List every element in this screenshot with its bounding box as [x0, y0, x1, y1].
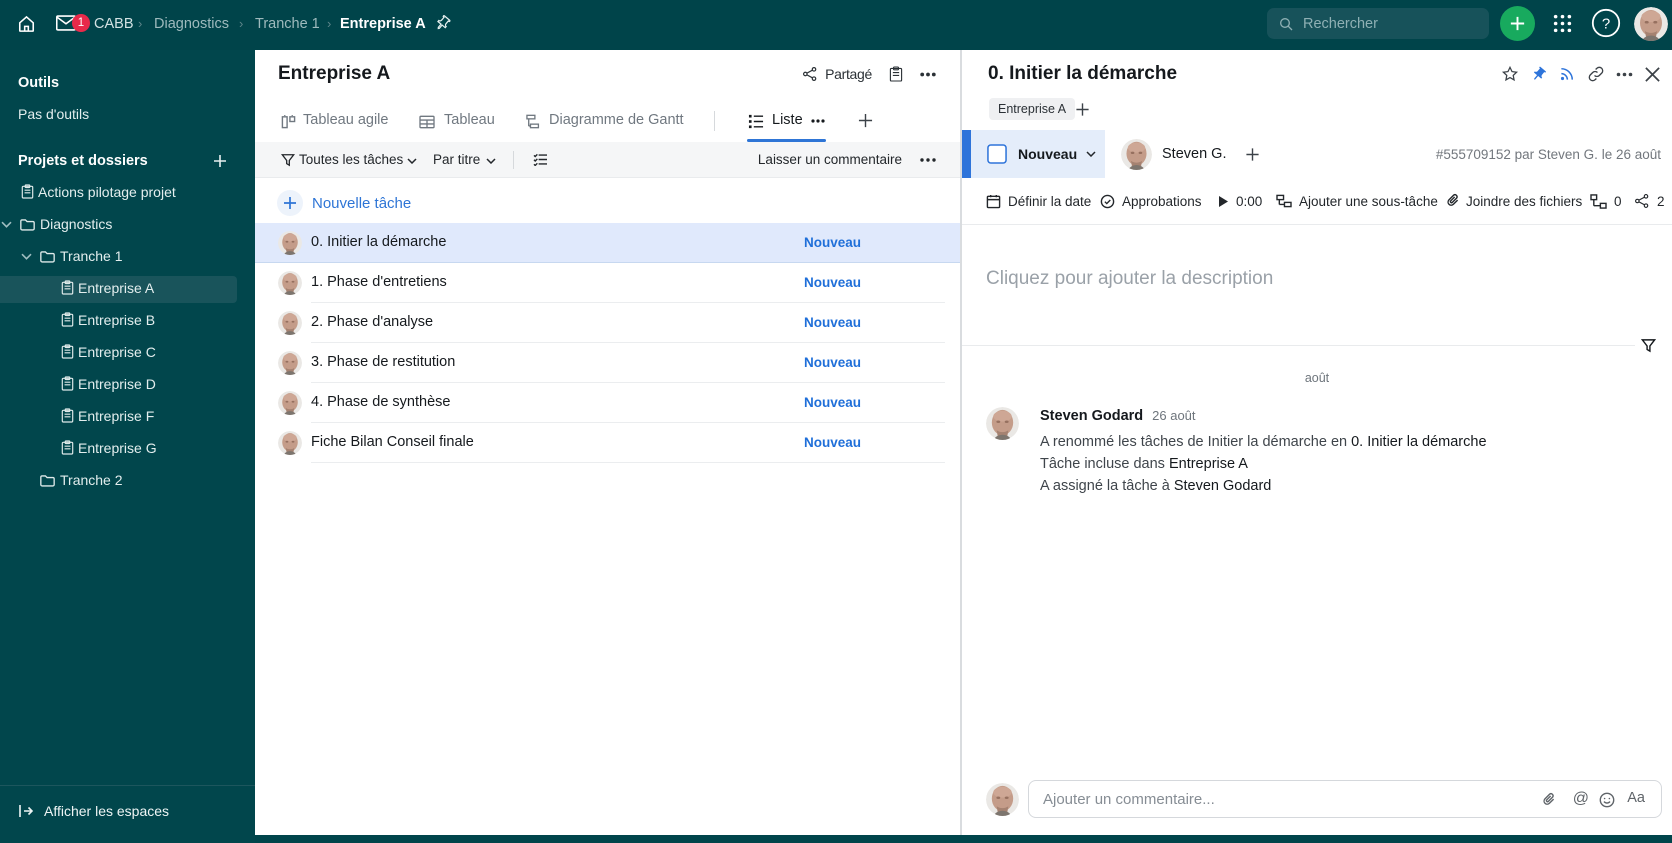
svg-text:?: ? — [1602, 16, 1610, 33]
